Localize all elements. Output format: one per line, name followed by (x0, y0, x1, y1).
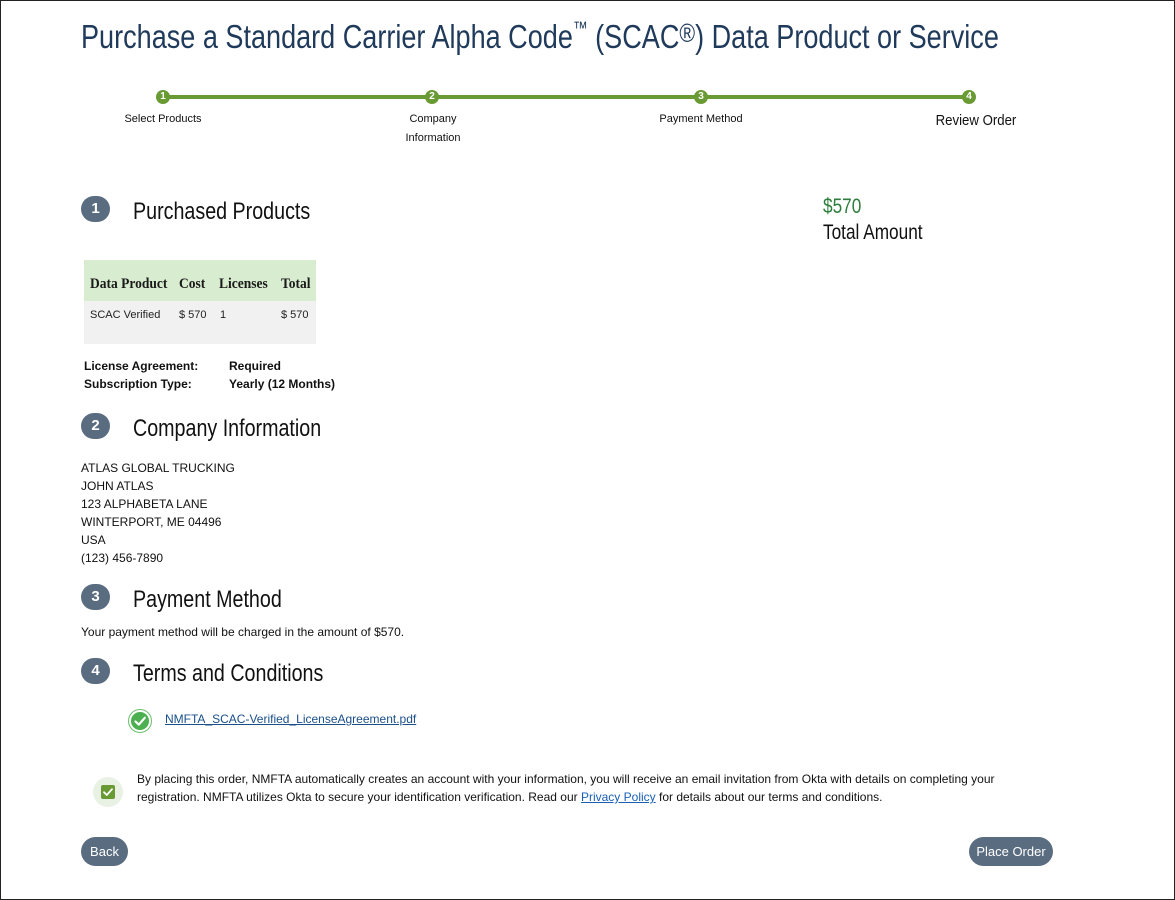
section-title-terms-and-conditions: Terms and Conditions (133, 660, 324, 687)
total-amount-label: Total Amount (823, 221, 923, 244)
back-button[interactable]: Back (81, 837, 128, 866)
step-label-review-order: Review Order (935, 112, 1017, 129)
column-header-cost: Cost (179, 276, 206, 292)
total-amount-value: $570 (823, 195, 862, 218)
company-name: ATLAS GLOBAL TRUCKING (81, 461, 235, 475)
page-frame (0, 0, 1175, 900)
step-label-company-information[interactable]: Company Information (383, 110, 483, 148)
table-cell-licenses: 1 (220, 309, 227, 321)
payment-charge-text: Your payment method will be charged in t… (81, 625, 405, 639)
section-1-badge: 1 (81, 196, 110, 222)
country: USA (81, 533, 106, 547)
step-2-dot[interactable]: 2 (425, 90, 439, 104)
privacy-policy-link[interactable]: Privacy Policy (581, 790, 656, 804)
city-state-zip: WINTERPORT, ME 04496 (81, 515, 222, 529)
column-header-total: Total (281, 276, 311, 292)
agreement-checkbox[interactable] (101, 785, 115, 799)
checkmark-icon (131, 712, 149, 730)
step-label-line: Information (405, 132, 461, 144)
agreement-text: By placing this order, NMFTA automatical… (137, 770, 1037, 806)
subscription-type-value: Yearly (12 Months) (229, 377, 336, 391)
progress-stepper-line (162, 95, 970, 99)
step-1-dot[interactable]: 1 (156, 90, 170, 104)
check-circle-icon (128, 709, 152, 733)
section-title-payment-method: Payment Method (133, 586, 282, 613)
section-title-company-information: Company Information (133, 415, 322, 442)
step-3-dot[interactable]: 3 (694, 90, 708, 104)
step-label-select-products[interactable]: Select Products (113, 110, 213, 129)
street-address: 123 ALPHABETA LANE (81, 497, 208, 511)
page-title: Purchase a Standard Carrier Alpha Code™ … (81, 18, 999, 55)
section-4-badge: 4 (81, 658, 110, 684)
checkbox-check-icon (103, 788, 113, 796)
column-header-licenses: Licenses (219, 276, 268, 292)
license-agreement-label: License Agreement: (84, 359, 199, 373)
agreement-text-after: for details about our terms and conditio… (655, 790, 883, 804)
table-cell-cost: $ 570 (179, 309, 207, 321)
step-label-payment-method[interactable]: Payment Method (651, 110, 751, 129)
table-cell-product: SCAC Verified (90, 309, 161, 321)
step-label-line: Company (409, 113, 457, 125)
license-agreement-pdf-link[interactable]: NMFTA_SCAC-Verified_LicenseAgreement.pdf (165, 712, 416, 726)
products-table: Data Product Cost Licenses Total SCAC Ve… (84, 260, 316, 344)
section-title-purchased-products: Purchased Products (133, 198, 311, 225)
column-header-data-product: Data Product (90, 276, 168, 292)
phone-number: (123) 456-7890 (81, 551, 164, 565)
section-3-badge: 3 (81, 584, 110, 610)
subscription-type-label: Subscription Type: (84, 377, 192, 391)
place-order-button[interactable]: Place Order (969, 837, 1053, 866)
step-4-dot[interactable]: 4 (962, 90, 976, 104)
section-2-badge: 2 (81, 413, 110, 439)
table-cell-total: $ 570 (281, 309, 309, 321)
license-agreement-value: Required (229, 359, 282, 373)
contact-name: JOHN ATLAS (81, 479, 154, 493)
